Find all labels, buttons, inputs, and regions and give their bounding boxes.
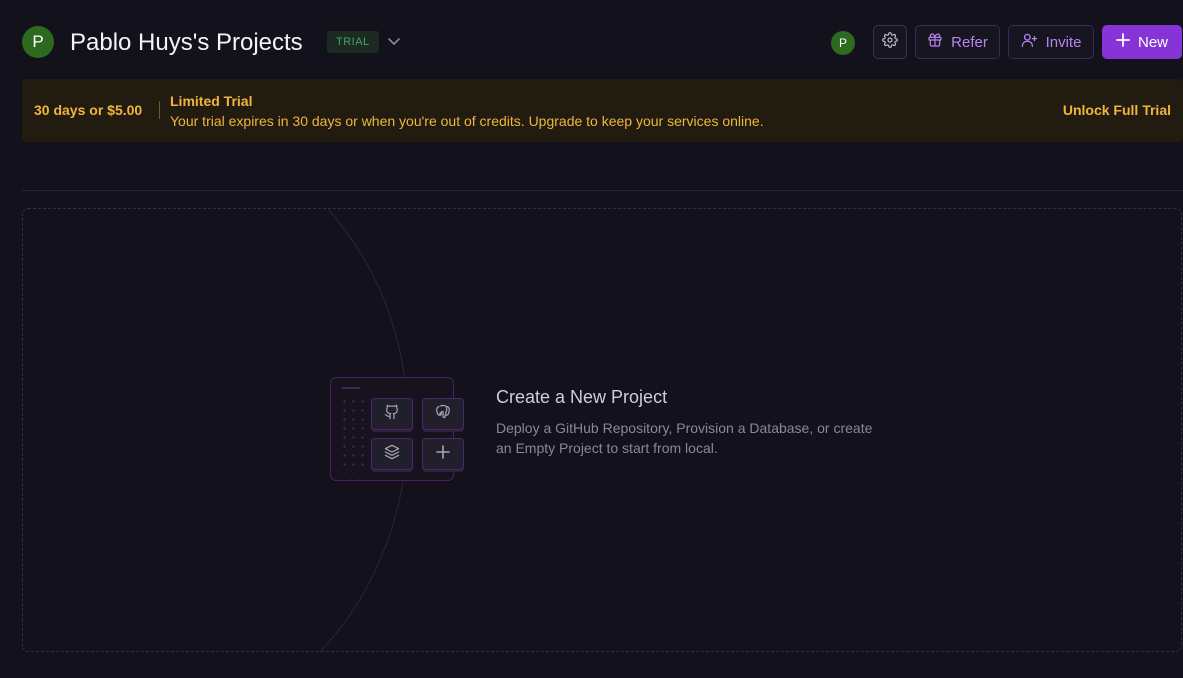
plus-icon — [1116, 33, 1130, 51]
trial-price: 30 days or $5.00 — [34, 102, 143, 118]
gear-icon — [882, 32, 898, 52]
invite-label: Invite — [1045, 33, 1082, 51]
banner-divider — [159, 101, 160, 119]
user-plus-icon — [1021, 32, 1038, 52]
section-divider — [22, 190, 1183, 191]
empty-state-description: Deploy a GitHub Repository, Provision a … — [496, 420, 873, 456]
dot-grid — [340, 397, 368, 473]
banner-heading: Limited Trial — [170, 93, 253, 109]
add-tile — [422, 438, 464, 470]
empty-state-title: Create a New Project — [496, 387, 668, 407]
new-button[interactable]: New — [1102, 25, 1182, 59]
trial-badge: TRIAL — [327, 31, 379, 53]
postgres-icon — [435, 404, 451, 425]
refer-label: Refer — [951, 33, 988, 51]
workspace-title[interactable]: Pablo Huys's Projects — [70, 28, 303, 58]
plus-icon — [436, 444, 450, 464]
refer-button[interactable]: Refer — [915, 25, 1000, 59]
empty-project-tile — [371, 438, 413, 470]
invite-button[interactable]: Invite — [1008, 25, 1094, 59]
new-project-illustration — [330, 377, 464, 483]
unlock-full-trial-link[interactable]: Unlock Full Trial — [1063, 102, 1171, 118]
layers-icon — [384, 444, 400, 465]
database-tile — [422, 398, 464, 430]
banner-text: Your trial expires in 30 days or when yo… — [170, 113, 764, 129]
empty-projects-panel[interactable]: Create a New Project Deploy a GitHub Rep… — [22, 208, 1182, 652]
illustration-bar — [342, 387, 360, 389]
github-icon — [384, 404, 400, 425]
gift-icon — [927, 32, 943, 52]
chevron-down-icon[interactable] — [386, 33, 402, 49]
workspace-avatar[interactable]: P — [22, 26, 54, 58]
github-tile — [371, 398, 413, 430]
user-avatar[interactable]: P — [831, 31, 855, 55]
settings-button[interactable] — [873, 25, 907, 59]
trial-banner: 30 days or $5.00 Limited Trial Your tria… — [22, 79, 1183, 142]
top-header: P Pablo Huys's Projects TRIAL P Refer In… — [0, 0, 1183, 84]
new-label: New — [1137, 33, 1168, 51]
